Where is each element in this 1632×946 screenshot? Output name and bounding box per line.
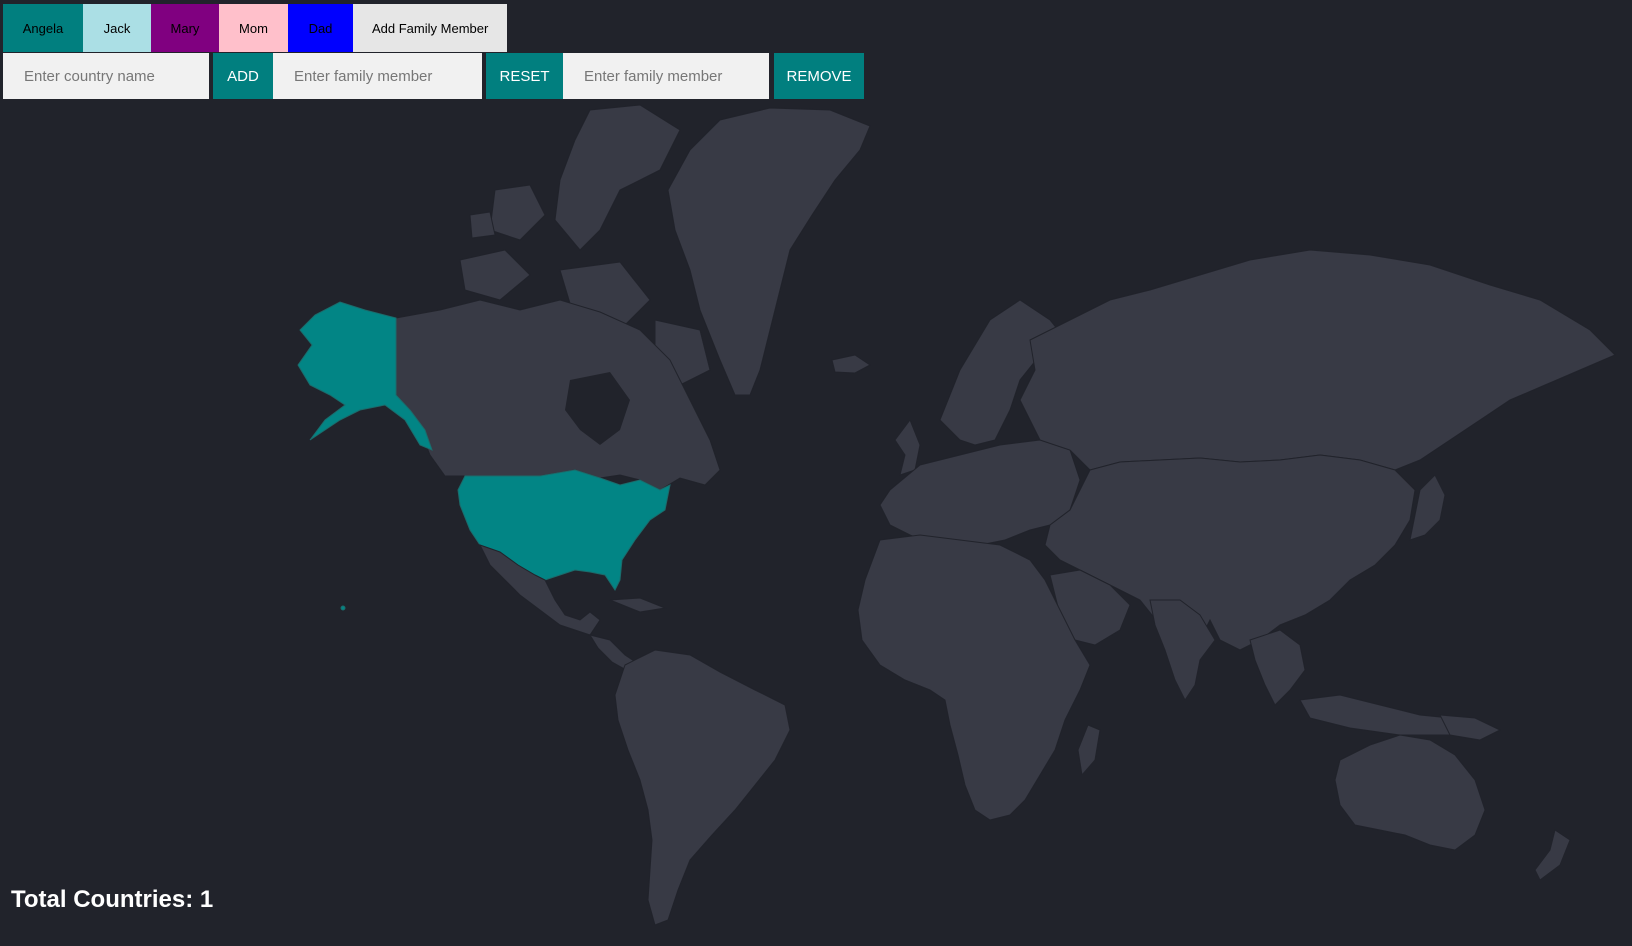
country-canada-islands[interactable] — [489, 184, 546, 241]
tab-dad[interactable]: Dad — [288, 4, 353, 52]
country-australia[interactable] — [1334, 734, 1486, 851]
add-button[interactable]: ADD — [213, 53, 273, 99]
tab-jack[interactable]: Jack — [83, 4, 151, 52]
tab-angela[interactable]: Angela — [3, 4, 83, 52]
country-cuba[interactable] — [609, 597, 667, 613]
family-member-input-add[interactable] — [273, 53, 482, 99]
region-new-guinea[interactable] — [1439, 714, 1502, 741]
country-new-zealand[interactable] — [1534, 829, 1571, 881]
country-madagascar[interactable] — [1077, 724, 1101, 777]
remove-button[interactable]: REMOVE — [774, 53, 864, 99]
tab-mom[interactable]: Mom — [219, 4, 288, 52]
country-canada-islands[interactable] — [459, 249, 531, 301]
country-russia[interactable] — [1019, 249, 1616, 471]
country-input[interactable] — [3, 53, 209, 99]
family-member-input-remove[interactable] — [563, 53, 769, 99]
country-japan[interactable] — [1409, 474, 1446, 541]
country-usa-hawaii[interactable] — [340, 605, 346, 611]
total-countries: Total Countries: 1 — [11, 886, 214, 913]
tab-mary[interactable]: Mary — [151, 4, 219, 52]
world-map — [297, 104, 1616, 926]
add-family-member-button[interactable]: Add Family Member — [353, 4, 508, 52]
region-southeast-asia[interactable] — [1249, 629, 1306, 706]
continent-south-america[interactable] — [614, 649, 791, 926]
country-usa[interactable] — [457, 469, 671, 591]
country-canada-islands[interactable] — [469, 211, 496, 239]
reset-button[interactable]: RESET — [486, 53, 563, 99]
country-iceland[interactable] — [831, 354, 871, 374]
country-uk[interactable] — [894, 418, 921, 476]
country-canada-islands[interactable] — [554, 104, 681, 251]
family-tabs: Angela Jack Mary Mom Dad Add Family Memb… — [3, 4, 508, 52]
